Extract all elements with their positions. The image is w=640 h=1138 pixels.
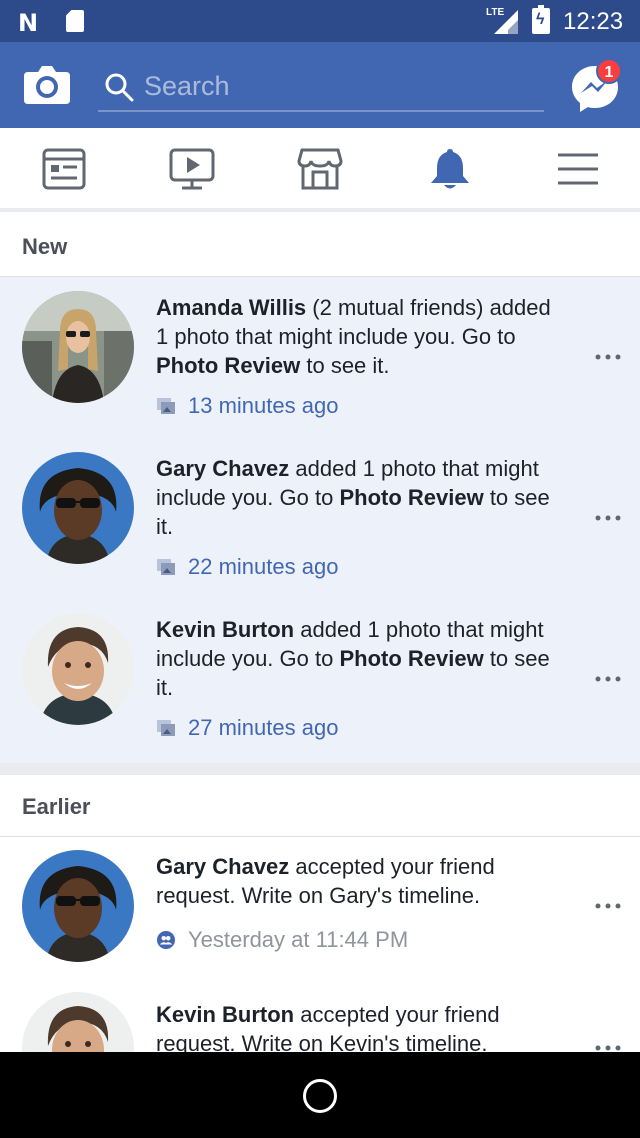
actor-name: Gary Chavez	[156, 854, 290, 879]
messenger-badge: 1	[596, 58, 622, 84]
status-bar: N LTE ϟ 12:23	[0, 0, 640, 42]
section-title: Earlier	[22, 794, 91, 819]
more-options-icon[interactable]	[594, 669, 622, 689]
notification-text: Amanda Willis (2 mutual friends) added 1…	[156, 295, 551, 378]
notification-time: Yesterday at 11:44 PM	[156, 927, 408, 957]
notification-text: Gary Chavez added 1 photo that might inc…	[156, 456, 550, 539]
avatar	[22, 850, 134, 962]
sd-card-icon	[66, 10, 84, 32]
notification-time: 22 minutes ago	[156, 554, 338, 584]
tab-news-feed[interactable]	[40, 146, 88, 192]
notification-time: 27 minutes ago	[156, 715, 338, 745]
notification-text: Kevin Burton added 1 photo that might in…	[156, 617, 550, 700]
photo-review-link[interactable]: Photo Review	[156, 353, 300, 378]
section-divider	[0, 763, 640, 775]
notification-item[interactable]: Gary Chavez accepted your friend request…	[0, 836, 640, 996]
photo-icon	[157, 398, 175, 414]
tab-menu[interactable]	[554, 146, 602, 192]
clock: 12:23	[563, 8, 624, 35]
more-options-icon[interactable]	[594, 347, 622, 367]
charging-icon: ϟ	[536, 11, 545, 28]
camera-icon[interactable]	[24, 64, 70, 104]
photo-icon	[157, 559, 175, 575]
section-header-new: New	[0, 215, 640, 277]
hamburger-menu-icon	[558, 153, 598, 185]
search-bar[interactable]	[98, 62, 544, 112]
search-icon	[105, 73, 134, 102]
news-feed-icon	[42, 148, 86, 190]
more-options-icon[interactable]	[594, 508, 622, 528]
tab-marketplace[interactable]	[296, 146, 344, 192]
photo-review-link[interactable]: Photo Review	[339, 646, 483, 671]
photo-review-link[interactable]: Photo Review	[339, 485, 483, 510]
tab-notifications[interactable]	[426, 146, 474, 192]
more-options-icon[interactable]	[594, 896, 622, 916]
tab-watch[interactable]	[168, 146, 216, 192]
photo-icon	[157, 720, 175, 736]
actor-name: Amanda Willis	[156, 295, 307, 320]
notification-text: Gary Chavez accepted your friend request…	[156, 854, 495, 908]
home-button-icon[interactable]	[303, 1079, 337, 1113]
section-title: New	[22, 234, 68, 259]
search-input[interactable]	[144, 68, 524, 104]
actor-name: Kevin Burton	[156, 1002, 295, 1027]
top-bar: 1	[0, 42, 640, 128]
notification-item[interactable]: Gary Chavez added 1 photo that might inc…	[0, 438, 640, 598]
signal-icon	[494, 10, 518, 34]
video-icon	[169, 148, 215, 190]
marketplace-icon	[297, 148, 343, 190]
friends-icon	[157, 931, 175, 949]
notification-item[interactable]: Amanda Willis (2 mutual friends) added 1…	[0, 277, 640, 437]
nav-tabs	[0, 128, 640, 212]
actor-name: Gary Chavez	[156, 456, 290, 481]
notification-text: Kevin Burton accepted your friend reques…	[156, 1002, 500, 1056]
actor-name: Kevin Burton	[156, 617, 295, 642]
bell-icon	[431, 149, 469, 189]
avatar	[22, 613, 134, 725]
system-nav-bar	[0, 1052, 640, 1138]
avatar	[22, 452, 134, 564]
section-header-earlier: Earlier	[0, 775, 640, 837]
notification-time: 13 minutes ago	[156, 393, 338, 423]
notification-item[interactable]: Kevin Burton added 1 photo that might in…	[0, 599, 640, 759]
notification-n-icon: N	[18, 9, 39, 37]
avatar	[22, 291, 134, 403]
